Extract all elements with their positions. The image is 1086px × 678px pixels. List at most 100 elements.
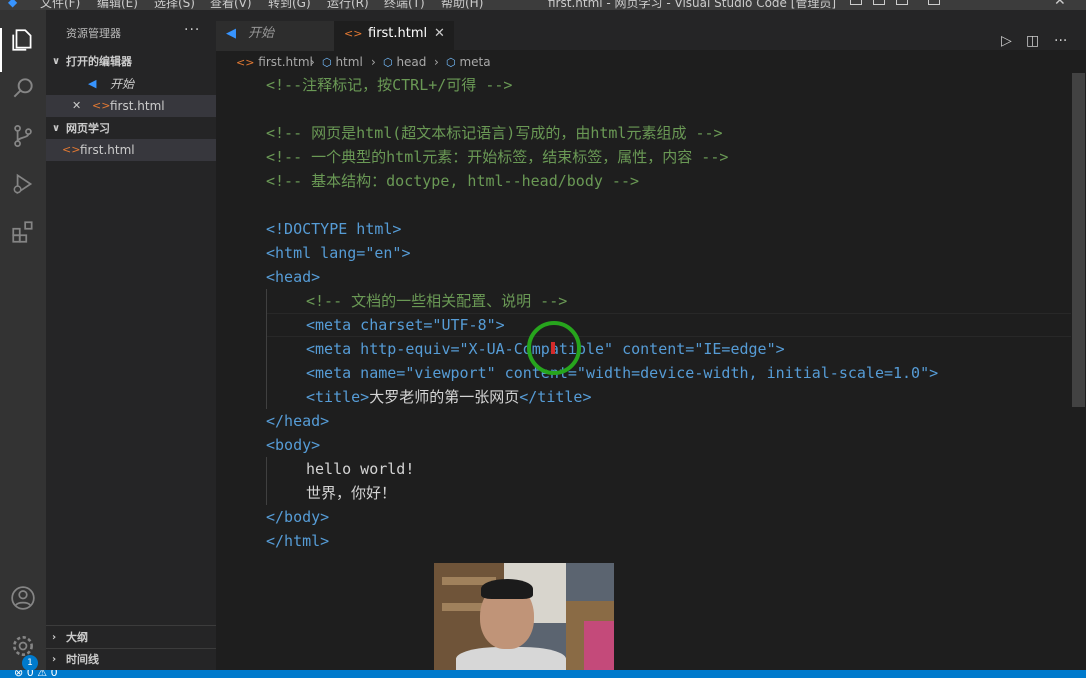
element-icon: ⬡: [446, 56, 456, 69]
active-indicator: [0, 28, 2, 72]
scroll-thumb[interactable]: [1072, 73, 1085, 407]
window-title: first.html - 网页学习 - Visual Studio Code […: [548, 0, 837, 10]
code-line-body-close: </body>: [266, 508, 330, 526]
breadcrumb-label: html: [335, 55, 363, 69]
open-editor-item-start[interactable]: ◀ 开始: [46, 73, 216, 95]
code-line-comment: <!--注释标记，按CTRL+/可得 -->: [266, 76, 513, 94]
settings-badge: 1: [22, 655, 38, 671]
code-line-doctype: <!DOCTYPE html>: [266, 220, 402, 238]
code-line-comment: <!-- 网页是html(超文本标记语言)写成的，由html元素组成 -->: [266, 124, 723, 142]
vscode-icon: ◀: [226, 26, 236, 41]
breadcrumb-separator: ›: [434, 55, 439, 69]
menu-selection[interactable]: 选择(S): [154, 0, 195, 10]
open-editors-label: 打开的编辑器: [66, 55, 132, 68]
breadcrumb-item[interactable]: ⬡ head: [383, 51, 426, 74]
open-editor-label: first.html: [110, 99, 165, 113]
split-editor-icon[interactable]: ◫: [1026, 33, 1039, 49]
editor-scrollbar[interactable]: [1071, 73, 1086, 670]
mouse-cursor-icon: [551, 342, 555, 354]
timeline-label: 时间线: [66, 653, 99, 666]
more-actions-icon[interactable]: ···: [184, 22, 200, 38]
books: [584, 621, 614, 670]
breadcrumb-item[interactable]: <> first.html: [236, 51, 313, 74]
code-line-comment: <!-- 基本结构：doctype, html--head/body -->: [266, 172, 640, 190]
breadcrumb-label: head: [396, 55, 427, 69]
menu-edit[interactable]: 编辑(E): [97, 0, 138, 10]
outline-section[interactable]: › 大纲: [46, 627, 216, 649]
editor-tabs: ◀ 开始 <> first.html ✕ ▷ ◫ ···: [216, 10, 1086, 58]
title-close-tag: </title>: [519, 388, 592, 406]
files-icon[interactable]: [6, 23, 40, 57]
close-window-icon[interactable]: ✕: [1054, 0, 1066, 9]
customize-layout-icon[interactable]: [928, 0, 940, 5]
code-editor[interactable]: <!--注释标记，按CTRL+/可得 --> <!-- 网页是html(超文本标…: [216, 73, 1071, 670]
toggle-panel-icon[interactable]: [873, 0, 885, 5]
indent-guide: [266, 457, 267, 505]
code-line-head-close: </head>: [266, 412, 330, 430]
code-line-comment: <!-- 文档的一些相关配置、说明 -->: [306, 292, 568, 310]
menu-go[interactable]: 转到(G): [268, 0, 311, 10]
tab-label: first.html: [368, 26, 428, 41]
chevron-down-icon: ∨: [52, 123, 61, 134]
code-line-meta-viewport: <meta name="viewport" content="width=dev…: [306, 364, 939, 382]
file-item-first-html[interactable]: <> first.html: [46, 139, 216, 161]
title-text: 大罗老师的第一张网页: [369, 388, 520, 406]
code-line-text: hello world!: [306, 460, 415, 478]
code-line-html-open: <html lang="en">: [266, 244, 411, 262]
close-icon[interactable]: ✕: [434, 21, 445, 46]
workspace-label: 网页学习: [66, 122, 110, 135]
breadcrumb-item[interactable]: ⬡ meta: [446, 51, 491, 74]
menu-run[interactable]: 运行(R): [327, 0, 369, 10]
search-icon[interactable]: [6, 71, 40, 105]
run-icon[interactable]: ▷: [1001, 33, 1012, 49]
breadcrumb-item[interactable]: ⬡ html: [322, 51, 363, 74]
account-icon[interactable]: [6, 581, 40, 615]
html-icon: <>: [92, 99, 111, 112]
breadcrumb-separator: ›: [310, 55, 315, 69]
element-icon: ⬡: [383, 56, 393, 69]
menu-help[interactable]: 帮助(H): [441, 0, 483, 10]
toggle-sidebar-icon[interactable]: [850, 0, 862, 5]
breadcrumb: <> first.html › ⬡ html › ⬡ head › ⬡ meta: [216, 51, 1086, 73]
extensions-icon[interactable]: [6, 215, 40, 249]
html-icon: <>: [344, 27, 363, 40]
tab-label: 开始: [248, 26, 275, 41]
code-line-title: <title>大罗老师的第一张网页</title>: [306, 385, 591, 409]
chevron-right-icon: ›: [52, 654, 57, 665]
menu-file[interactable]: 文件(F): [40, 0, 80, 10]
presenter-hair: [481, 579, 533, 599]
divider: [46, 625, 216, 626]
more-actions-icon[interactable]: ···: [1054, 33, 1067, 49]
code-line-meta-charset: <meta charset="UTF-8">: [306, 316, 505, 334]
explorer-sidebar: 资源管理器 ··· ∨ 打开的编辑器 ◀ 开始 ✕ <> first.html …: [46, 10, 216, 670]
presenter-body: [456, 647, 566, 670]
code-line-text: 世界，你好！: [306, 484, 397, 502]
workspace-section[interactable]: ∨ 网页学习: [46, 118, 216, 140]
html-icon: <>: [236, 56, 255, 69]
vscode-icon: ◀: [88, 77, 97, 90]
outline-label: 大纲: [66, 631, 88, 644]
code-line-head-open: <head>: [266, 268, 321, 286]
open-editor-item-first-html[interactable]: ✕ <> first.html: [46, 95, 216, 117]
menu-terminal[interactable]: 终端(T): [384, 0, 425, 10]
menu-view[interactable]: 查看(V): [210, 0, 252, 10]
timeline-section[interactable]: › 时间线: [46, 649, 216, 671]
chevron-down-icon: ∨: [52, 56, 61, 67]
chevron-right-icon: ›: [52, 632, 57, 643]
status-bar: ⊗ 0 ⚠ 0: [0, 670, 1086, 678]
source-control-icon[interactable]: [6, 119, 40, 153]
code-line-comment: <!-- 一个典型的html元素：开始标签，结束标签，属性，内容 -->: [266, 148, 729, 166]
toggle-secondary-sidebar-icon[interactable]: [896, 0, 908, 5]
open-editors-section[interactable]: ∨ 打开的编辑器: [46, 51, 216, 73]
breadcrumb-label: meta: [459, 55, 491, 69]
close-icon[interactable]: ✕: [72, 95, 81, 117]
code-content: <!--注释标记，按CTRL+/可得 --> <!-- 网页是html(超文本标…: [266, 73, 938, 550]
status-errors-icon[interactable]: ⊗ 0 ⚠ 0: [14, 670, 58, 678]
webcam-overlay: [434, 563, 614, 670]
vscode-logo-icon: ◆: [8, 0, 18, 9]
element-icon: ⬡: [322, 56, 332, 69]
code-line-html-close: </html>: [266, 532, 330, 550]
html-icon: <>: [62, 143, 81, 156]
run-debug-icon[interactable]: [6, 167, 40, 201]
open-editor-label: 开始: [110, 77, 135, 91]
